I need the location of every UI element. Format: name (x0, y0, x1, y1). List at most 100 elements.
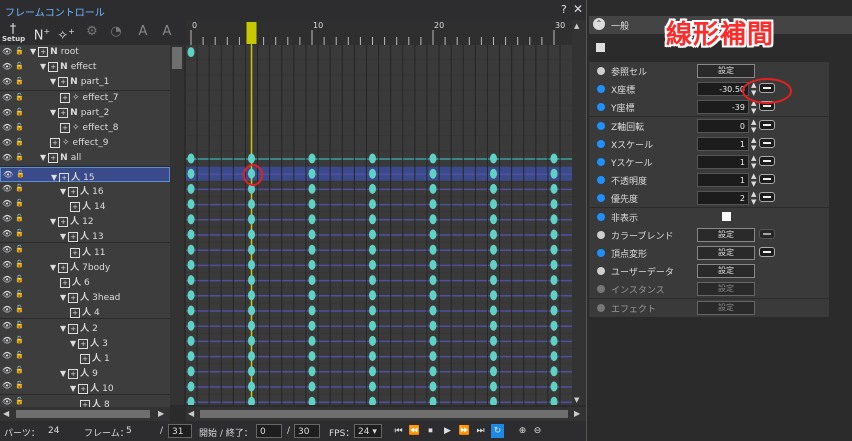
timeline-scroll-left-icon[interactable]: ◀ (188, 409, 194, 418)
tree-row[interactable]: 👁 🔓 ▼ + 人 2 (0, 318, 170, 335)
lock-icon[interactable]: 🔓 (15, 336, 24, 344)
settings-button[interactable]: 設定 (697, 264, 755, 279)
tree-node[interactable]: ▼ + 人 9 (60, 366, 98, 380)
lock-icon[interactable]: 🔓 (15, 229, 24, 237)
scroll-right-icon[interactable]: ▶ (158, 409, 164, 418)
visibility-eye-icon[interactable]: 👁 (2, 77, 12, 86)
previous-frame-icon[interactable]: ⏪ (408, 424, 421, 438)
property-value-field[interactable]: 1 (697, 155, 749, 169)
tree-node[interactable]: ▼ + Nall (40, 153, 81, 164)
add-null-node-icon[interactable]: N+ (32, 22, 52, 43)
tree-node[interactable]: ▼ + 人 12 (50, 214, 94, 228)
tree-row[interactable]: 👁 🔓 ▼ + Npart_1 (0, 75, 170, 92)
lock-icon[interactable]: 🔓 (15, 47, 24, 55)
visibility-eye-icon[interactable]: 👁 (2, 108, 12, 117)
frame-ruler[interactable]: 0 10 20 30 (186, 20, 572, 46)
text-node-icon[interactable]: A (133, 22, 153, 42)
expand-toggle-icon[interactable]: ▼ (60, 187, 66, 196)
tree-node[interactable]: ▼ + 人 10 (70, 381, 114, 395)
tree-node[interactable]: ▼ + 人 3 (70, 336, 108, 349)
play-icon[interactable]: ▶ (441, 424, 454, 438)
tree-row[interactable]: 👁 🔓 ▼ + 人 16 (0, 181, 170, 198)
tree-row[interactable]: 👁 🔓 ▼ + Nall (0, 151, 170, 168)
tree-node[interactable]: + ✧ effect_8 (60, 123, 119, 133)
tree-row[interactable]: 👁 🔓 ▼ + 人 3head (0, 288, 170, 305)
tree-row[interactable]: 👁 🔓 ▼ + 人 9 (0, 364, 170, 381)
frame-total-field[interactable]: 31 (168, 424, 192, 438)
tree-row[interactable]: 👁 🔓 ▼ + Nroot (0, 45, 170, 61)
visibility-eye-icon[interactable]: 👁 (2, 305, 12, 314)
tree-row[interactable]: 👁 🔓 + ✧ effect_8 (0, 121, 170, 137)
tree-node[interactable]: + 人 11 (70, 245, 105, 258)
interpolation-button[interactable] (759, 137, 775, 148)
text-node-2-icon[interactable]: A (157, 22, 177, 42)
tree-node[interactable]: ▼ + Nroot (30, 47, 79, 57)
tree-vertical-scroll-thumb[interactable] (172, 47, 182, 69)
expand-toggle-icon[interactable]: ▼ (50, 217, 56, 226)
tree-node[interactable]: ▼ + 人 3head (60, 290, 120, 304)
lock-icon[interactable]: 🔓 (15, 305, 24, 313)
scroll-left-icon[interactable]: ◀ (3, 409, 9, 418)
property-value-field[interactable]: 0 (697, 118, 749, 133)
tree-node[interactable]: ▼ + Neffect (40, 62, 96, 73)
loop-icon[interactable]: ↻ (491, 424, 504, 438)
key-indicator-dot[interactable] (597, 249, 605, 257)
expand-toggle-icon[interactable]: ▼ (60, 324, 66, 333)
expand-toggle-icon[interactable]: ▼ (60, 232, 66, 241)
visibility-eye-icon[interactable]: 👁 (3, 170, 13, 179)
tree-node[interactable]: + 人 1 (80, 351, 110, 364)
key-indicator-dot[interactable] (597, 285, 605, 294)
tree-row[interactable]: 👁 🔓 ▼ + 人 12 (0, 212, 170, 229)
spinner-icon[interactable]: ▲ ▼ (751, 154, 756, 170)
tree-node[interactable]: + 人 4 (70, 305, 100, 319)
interpolation-button[interactable] (759, 174, 775, 185)
visibility-eye-icon[interactable]: 👁 (2, 381, 12, 390)
expand-toggle-icon[interactable]: ▼ (70, 384, 76, 393)
spinner-icon[interactable]: ▲ ▼ (751, 118, 756, 134)
tree-node[interactable]: ▼ + 人 13 (60, 229, 104, 243)
tree-node[interactable]: ▼ + 人 7body (50, 260, 110, 273)
tree-row[interactable]: 👁 🔓 ▼ + 人 10 (0, 379, 170, 396)
go-to-end-icon[interactable]: ⏭ (474, 424, 487, 438)
key-indicator-dot[interactable] (597, 176, 605, 185)
next-frame-icon[interactable]: ⏩ (458, 424, 471, 438)
visibility-eye-icon[interactable]: 👁 (2, 336, 12, 345)
lock-icon[interactable]: 🔓 (15, 381, 24, 389)
fps-select[interactable]: 24 ▾ (354, 424, 382, 438)
lock-icon[interactable]: 🔓 (15, 184, 24, 192)
interpolation-button[interactable] (759, 247, 775, 257)
lock-icon[interactable]: 🔓 (15, 199, 24, 207)
lock-icon[interactable]: 🔓 (15, 214, 24, 222)
end-frame-field[interactable]: 30 (294, 424, 320, 438)
key-indicator-dot[interactable] (597, 212, 605, 221)
property-value-field[interactable]: 2 (697, 191, 749, 206)
timeline-horizontal-scroll-thumb[interactable] (200, 410, 568, 418)
spinner-icon[interactable]: ▲ ▼ (751, 136, 756, 152)
add-part-icon[interactable]: ⚙ (82, 22, 102, 42)
expand-toggle-icon[interactable]: ▼ (60, 293, 66, 302)
timeline-vertical-scrollbar[interactable] (572, 20, 586, 405)
tree-row[interactable]: 👁 🔓 + 人 1 (0, 349, 170, 365)
tree-row[interactable]: 👁 🔓 ▼ + 人 3 (0, 333, 170, 350)
go-to-start-icon[interactable]: ⏮ (392, 424, 405, 438)
tree-row[interactable]: 👁 🔓 + ✧ effect_7 (0, 90, 170, 107)
scroll-down-icon[interactable]: ▼ (574, 396, 579, 404)
zoom-in-icon[interactable]: ⊕ (516, 424, 529, 438)
settings-button[interactable]: 設定 (697, 282, 755, 297)
lock-icon[interactable]: 🔓 (15, 321, 24, 329)
visibility-eye-icon[interactable]: 👁 (2, 366, 12, 375)
key-indicator-dot[interactable] (597, 303, 605, 312)
visibility-eye-icon[interactable]: 👁 (2, 138, 12, 147)
key-indicator-dot[interactable] (597, 121, 605, 130)
lock-icon[interactable]: 🔓 (15, 275, 24, 283)
help-button[interactable]: ? (561, 3, 567, 16)
tree-row[interactable]: 👁 🔓 ▼ + 人 15 (0, 166, 170, 183)
tree-row[interactable]: 👁 🔓 + 人 6 (0, 273, 170, 289)
visibility-eye-icon[interactable]: 👁 (2, 199, 12, 208)
visibility-eye-icon[interactable]: 👁 (2, 47, 12, 56)
tree-node[interactable]: + ✧ effect_7 (60, 92, 119, 103)
tree-row[interactable]: 👁 🔓 ▼ + Neffect (0, 60, 170, 77)
lock-icon[interactable]: 🔓 (16, 170, 25, 178)
add-effect-node-icon[interactable]: ✧+ (56, 22, 76, 43)
lock-icon[interactable]: 🔓 (15, 93, 24, 101)
